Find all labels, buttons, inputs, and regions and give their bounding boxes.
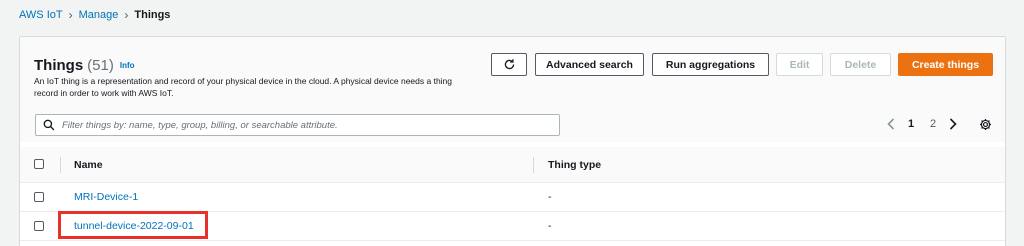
create-things-button[interactable]: Create things [898,53,993,76]
select-all-checkbox[interactable] [34,159,44,169]
column-thing-type[interactable]: Thing type [548,159,601,171]
table-header: Name Thing type [20,147,1005,183]
thing-name-link[interactable]: MRI-Device-1 [74,191,138,203]
chevron-right-icon: › [68,8,73,22]
column-divider [60,157,61,173]
advanced-search-button[interactable]: Advanced search [535,53,644,76]
chevron-right-icon[interactable] [944,118,962,130]
panel-description: An IoT thing is a representation and rec… [34,76,453,98]
edit-button[interactable]: Edit [776,53,823,76]
chevron-left-icon[interactable] [882,118,900,130]
thing-type-value: - [548,191,552,203]
column-divider [533,157,534,173]
breadcrumb-manage[interactable]: Manage [79,9,119,21]
refresh-icon [504,59,514,70]
refresh-button[interactable] [491,53,527,76]
breadcrumb-aws-iot[interactable]: AWS IoT [19,9,63,21]
highlight-box [58,211,208,239]
page-title: Things [34,57,84,74]
chevron-right-icon: › [124,8,129,22]
thing-count: (51) [87,57,114,74]
panel-header: Things (51) Info An IoT thing is a repre… [20,37,1005,142]
search-icon [36,119,62,131]
search-placeholder: Filter things by: name, type, group, bil… [62,119,338,131]
row-checkbox[interactable] [34,221,44,231]
table-row: MRI-Device-1 - [20,183,1005,212]
column-name[interactable]: Name [74,159,103,171]
pagination: 1 2 [882,118,962,130]
delete-button[interactable]: Delete [830,53,891,76]
page-2[interactable]: 2 [922,118,944,130]
gear-icon[interactable] [979,118,992,136]
row-checkbox[interactable] [34,192,44,202]
search-input[interactable]: Filter things by: name, type, group, bil… [35,114,560,136]
info-link[interactable]: Info [120,61,135,70]
page-1[interactable]: 1 [900,118,922,130]
breadcrumb-current: Things [134,9,171,21]
breadcrumb: AWS IoT › Manage › Things [19,9,170,21]
page-title-row: Things (51) Info [34,57,135,74]
run-aggregations-button[interactable]: Run aggregations [652,53,769,76]
thing-type-value: - [548,220,552,232]
